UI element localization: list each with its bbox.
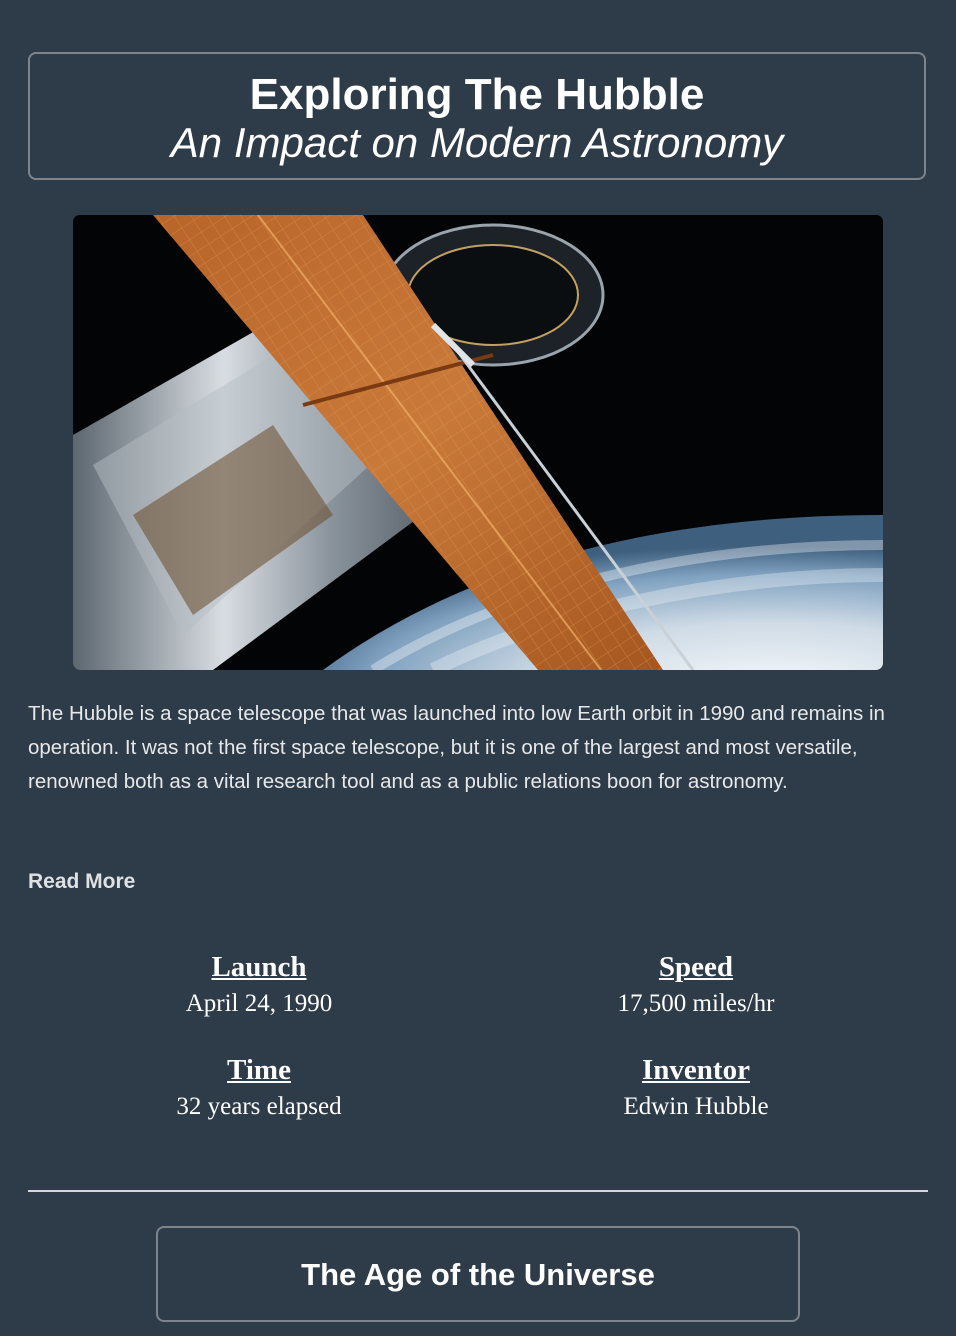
- fact-label: Inventor: [642, 1054, 750, 1086]
- fact-value: 32 years elapsed: [176, 1093, 342, 1120]
- facts-grid: Launch April 24, 1990 Speed 17,500 miles…: [28, 948, 928, 1148]
- intro-paragraph: The Hubble is a space telescope that was…: [28, 702, 885, 793]
- fact-value: Edwin Hubble: [623, 1093, 769, 1120]
- next-section-card[interactable]: The Age of the Universe: [156, 1226, 800, 1322]
- fact-speed: Speed 17,500 miles/hr: [476, 948, 916, 1022]
- fact-value: 17,500 miles/hr: [617, 990, 775, 1017]
- fact-time: Time 32 years elapsed: [39, 1051, 479, 1125]
- fact-inventor: Inventor Edwin Hubble: [476, 1051, 916, 1125]
- hubble-hero-image: [73, 215, 883, 670]
- fact-label: Launch: [211, 951, 307, 983]
- page-subtitle: An Impact on Modern Astronomy: [170, 119, 784, 166]
- fact-label: Time: [227, 1054, 291, 1086]
- section-divider: [28, 1190, 928, 1192]
- fact-launch: Launch April 24, 1990: [39, 948, 479, 1022]
- next-section-title: The Age of the Universe: [301, 1257, 655, 1292]
- page-title: Exploring The Hubble: [249, 70, 705, 119]
- page-header: Exploring The Hubble An Impact on Modern…: [28, 52, 926, 180]
- fact-value: April 24, 1990: [185, 990, 333, 1017]
- read-more-link[interactable]: Read More: [28, 870, 135, 894]
- fact-label: Speed: [658, 951, 734, 983]
